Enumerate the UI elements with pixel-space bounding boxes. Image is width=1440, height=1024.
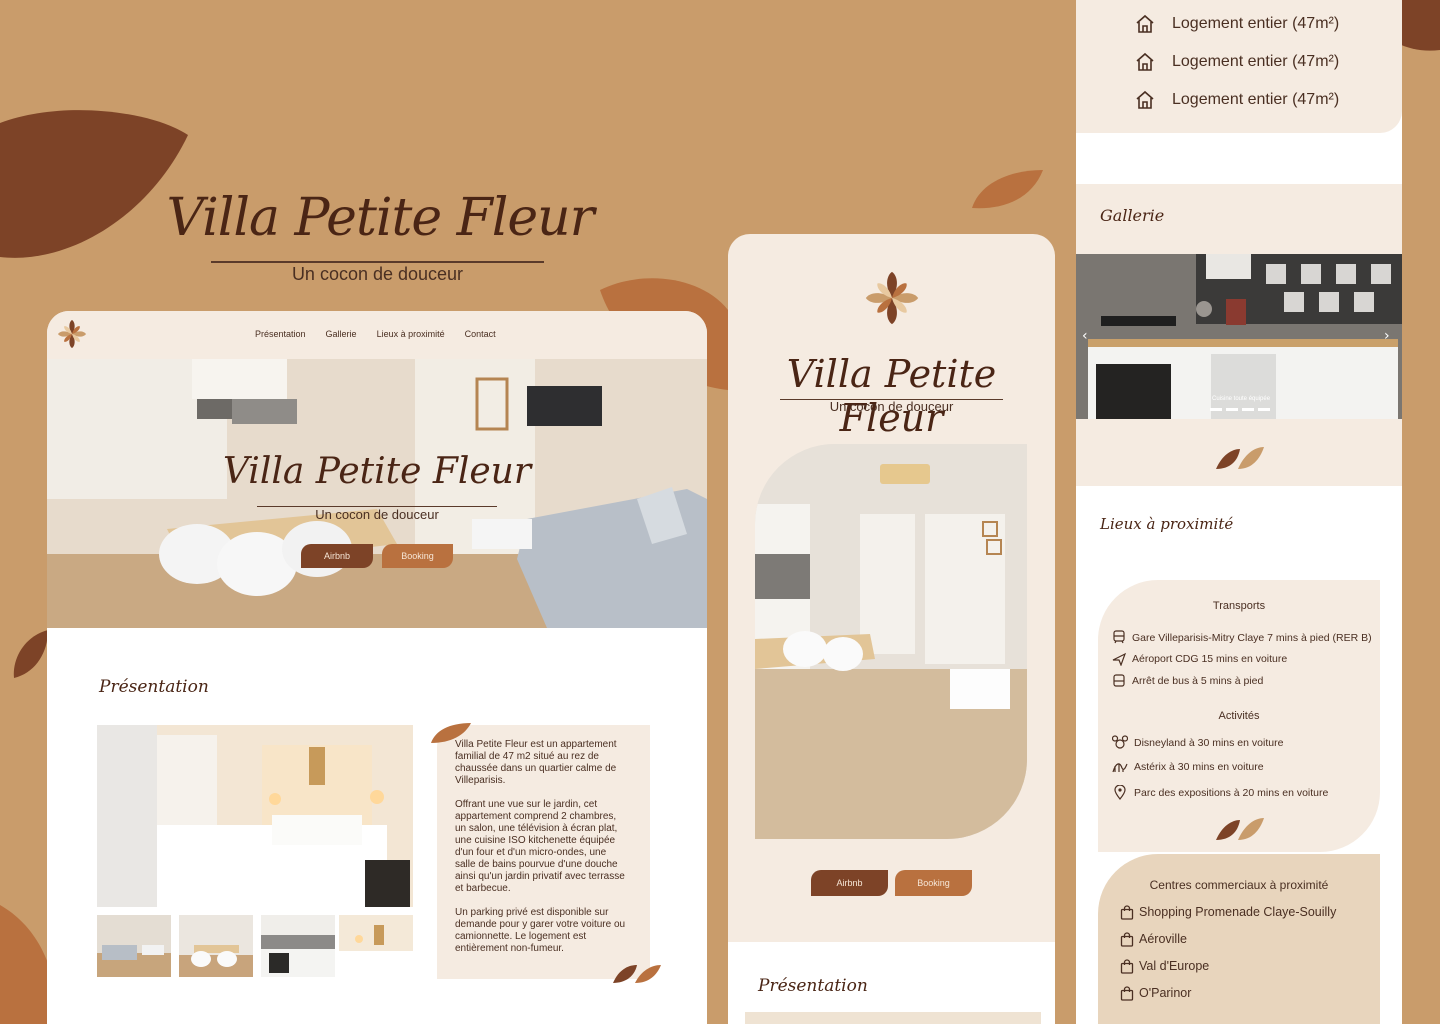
booking-button[interactable]: Booking — [382, 544, 453, 568]
leaf-icon — [1216, 818, 1264, 840]
carousel-prev-icon[interactable]: ‹ — [1082, 328, 1088, 344]
booking-button[interactable]: Booking — [895, 870, 972, 896]
train-icon — [1113, 630, 1125, 644]
centre-item: Shopping Promenade Claye-Souilly — [1139, 905, 1337, 919]
carousel-next-icon[interactable]: › — [1384, 328, 1390, 344]
shopping-bag-icon — [1120, 932, 1134, 947]
mobile-continued-panel: Logement entier (47m²) Logement entier (… — [1076, 0, 1402, 1024]
gallery-thumbnail[interactable] — [97, 915, 171, 977]
flower-logo-icon[interactable] — [864, 270, 920, 326]
centre-item: Val d'Europe — [1139, 959, 1210, 973]
plane-icon — [1112, 652, 1126, 666]
hero-divider — [211, 261, 544, 263]
airbnb-button[interactable]: Airbnb — [811, 870, 888, 896]
home-icon — [1136, 14, 1154, 33]
leaf-icon — [1216, 447, 1264, 469]
presentation-title: Présentation — [99, 677, 209, 697]
desktop-hero-banner: Villa Petite Fleur Un cocon de douceur A… — [47, 359, 707, 628]
leaf-decoration-small-right — [972, 170, 1043, 209]
gallery-carousel[interactable]: Cuisine toute équipée ‹ › — [1076, 254, 1402, 419]
home-icon — [1136, 90, 1154, 109]
rollercoaster-icon — [1112, 763, 1128, 773]
mobile-presentation-image — [745, 1012, 1041, 1024]
feature-item: Logement entier (47m²) — [1172, 91, 1340, 108]
centre-item: Aéroville — [1139, 932, 1187, 946]
carousel-dots[interactable] — [1210, 408, 1270, 411]
activite-item: Astérix à 30 mins en voiture — [1134, 761, 1264, 773]
mobile-presentation-title: Présentation — [758, 976, 868, 996]
centre-item: O'Parinor — [1139, 986, 1192, 1000]
gallery-thumbnail[interactable] — [179, 915, 253, 977]
leaf-icon — [613, 965, 661, 983]
activites-heading: Activités — [1218, 710, 1260, 722]
desktop-hero-title: Villa Petite Fleur — [222, 451, 532, 492]
presentation-paragraph: Un parking privé est disponible sur dema… — [455, 907, 626, 954]
bedroom-photo[interactable] — [97, 725, 413, 907]
mobile-title: Villa Petite Fleur — [786, 352, 997, 440]
airbnb-button[interactable]: Airbnb — [301, 544, 373, 568]
desktop-mockup: Présentation Gallerie Lieux à proximité … — [47, 311, 707, 1024]
desktop-navbar: Présentation Gallerie Lieux à proximité … — [47, 311, 707, 359]
flower-logo-icon[interactable] — [57, 319, 87, 349]
shopping-bag-icon — [1120, 959, 1134, 974]
transport-item: Arrêt de bus à 5 mins à pied — [1132, 675, 1264, 687]
mobile-subtitle: Un cocon de douceur — [829, 399, 954, 414]
gallery-title: Gallerie — [1100, 206, 1165, 225]
mobile-hero-photo — [755, 444, 1027, 839]
centres-heading: Centres commerciaux à proximité — [1149, 878, 1329, 892]
feature-item: Logement entier (47m²) — [1172, 15, 1340, 32]
transports-heading: Transports — [1212, 600, 1266, 612]
gallery-thumbnail[interactable] — [261, 915, 335, 977]
pin-icon — [1114, 785, 1126, 800]
shopping-bag-icon — [1120, 986, 1134, 1001]
activite-item: Parc des expositions à 20 mins en voitur… — [1134, 787, 1329, 799]
nav-link-contact[interactable]: Contact — [465, 329, 496, 339]
transport-item: Gare Villeparisis-Mitry Claye 7 mins à p… — [1132, 632, 1372, 644]
nav-link-presentation[interactable]: Présentation — [255, 329, 306, 339]
nav-link-gallerie[interactable]: Gallerie — [326, 329, 357, 339]
presentation-paragraph: Offrant une vue sur le jardin, cet appar… — [455, 799, 625, 894]
lieux-title: Lieux à proximité — [1100, 515, 1234, 533]
gallery-caption: Cuisine toute équipée — [1212, 396, 1271, 402]
shopping-bag-icon — [1120, 905, 1134, 920]
mickey-icon — [1112, 735, 1128, 749]
presentation-paragraph: Villa Petite Fleur est un appartement fa… — [455, 739, 617, 786]
feature-item: Logement entier (47m²) — [1172, 53, 1340, 70]
activite-item: Disneyland à 30 mins en voiture — [1134, 737, 1284, 749]
leaf-decoration-left-middle — [13, 630, 48, 678]
desktop-hero-subtitle: Un cocon de douceur — [315, 507, 439, 522]
mobile-mockup: Villa Petite Fleur Un cocon de douceur A… — [728, 234, 1055, 1024]
bus-icon — [1113, 674, 1125, 687]
gallery-thumbnail[interactable] — [339, 915, 413, 977]
presentation-description: Villa Petite Fleur est un appartement fa… — [455, 739, 627, 967]
hero-title: Villa Petite Fleur — [166, 188, 594, 248]
living-room-photo — [47, 359, 707, 628]
home-icon — [1136, 52, 1154, 71]
hero-subtitle: Un cocon de douceur — [291, 264, 464, 284]
transport-item: Aéroport CDG 15 mins en voiture — [1132, 653, 1288, 665]
nav-link-lieux[interactable]: Lieux à proximité — [377, 329, 445, 339]
